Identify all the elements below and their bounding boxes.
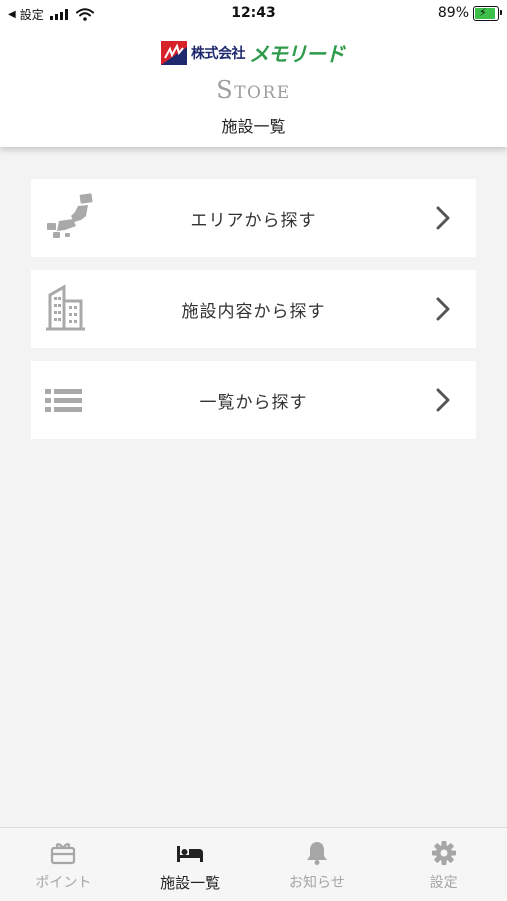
search-by-area-button[interactable]: エリアから探す: [31, 179, 476, 257]
gift-card-icon: [51, 843, 76, 865]
bed-icon: [177, 846, 204, 862]
tab-points-label: ポイント: [35, 875, 92, 891]
search-by-list-label: 一覧から探す: [199, 392, 308, 413]
search-by-facility-type-button[interactable]: 施設内容から探す: [31, 270, 476, 348]
tab-notifications-label: お知らせ: [289, 875, 345, 891]
tab-settings-label: 設定: [429, 875, 458, 891]
logo-mark-icon: [161, 40, 187, 65]
status-time: 12:43: [231, 5, 276, 21]
battery-icon: ⚡: [473, 5, 502, 21]
app-header: ◀ 設定 12:43 89% ⚡ 株式会社 メモリード Store 施設一覧: [0, 0, 507, 147]
page-title: 施設一覧: [221, 117, 286, 136]
tab-facility-list-label: 施設一覧: [160, 874, 221, 892]
japan-map-icon: [41, 190, 97, 246]
store-title: Store: [216, 76, 291, 104]
search-by-facility-type-label: 施設内容から探す: [181, 301, 326, 322]
gear-icon: [431, 841, 456, 865]
tab-points[interactable]: ポイント: [0, 828, 127, 901]
tab-facility-list[interactable]: 施設一覧: [127, 828, 254, 901]
status-bar-right: 89% ⚡: [437, 5, 502, 21]
chevron-right-icon: [436, 206, 450, 230]
list-icon: [41, 372, 97, 428]
search-menu: エリアから探す 施設内容から探す 一覧から探す: [31, 179, 476, 452]
chevron-right-icon: [436, 388, 450, 412]
building-icon: [41, 281, 97, 337]
tab-settings[interactable]: 設定: [380, 828, 507, 901]
battery-percent: 89%: [437, 5, 469, 21]
chevron-right-icon: [436, 297, 450, 321]
logo-company-prefix: 株式会社: [191, 45, 246, 62]
bottom-tab-bar: ポイント 施設一覧 お知らせ 設定: [0, 827, 507, 901]
logo-company-name: メモリード: [249, 42, 345, 66]
search-by-area-label: エリアから探す: [190, 210, 317, 231]
bell-icon: [306, 842, 327, 865]
search-by-list-button[interactable]: 一覧から探す: [31, 361, 476, 439]
tab-notifications[interactable]: お知らせ: [254, 828, 381, 901]
status-bar: ◀ 設定 12:43 89% ⚡: [0, 0, 507, 28]
company-logo: 株式会社 メモリード: [161, 38, 345, 67]
